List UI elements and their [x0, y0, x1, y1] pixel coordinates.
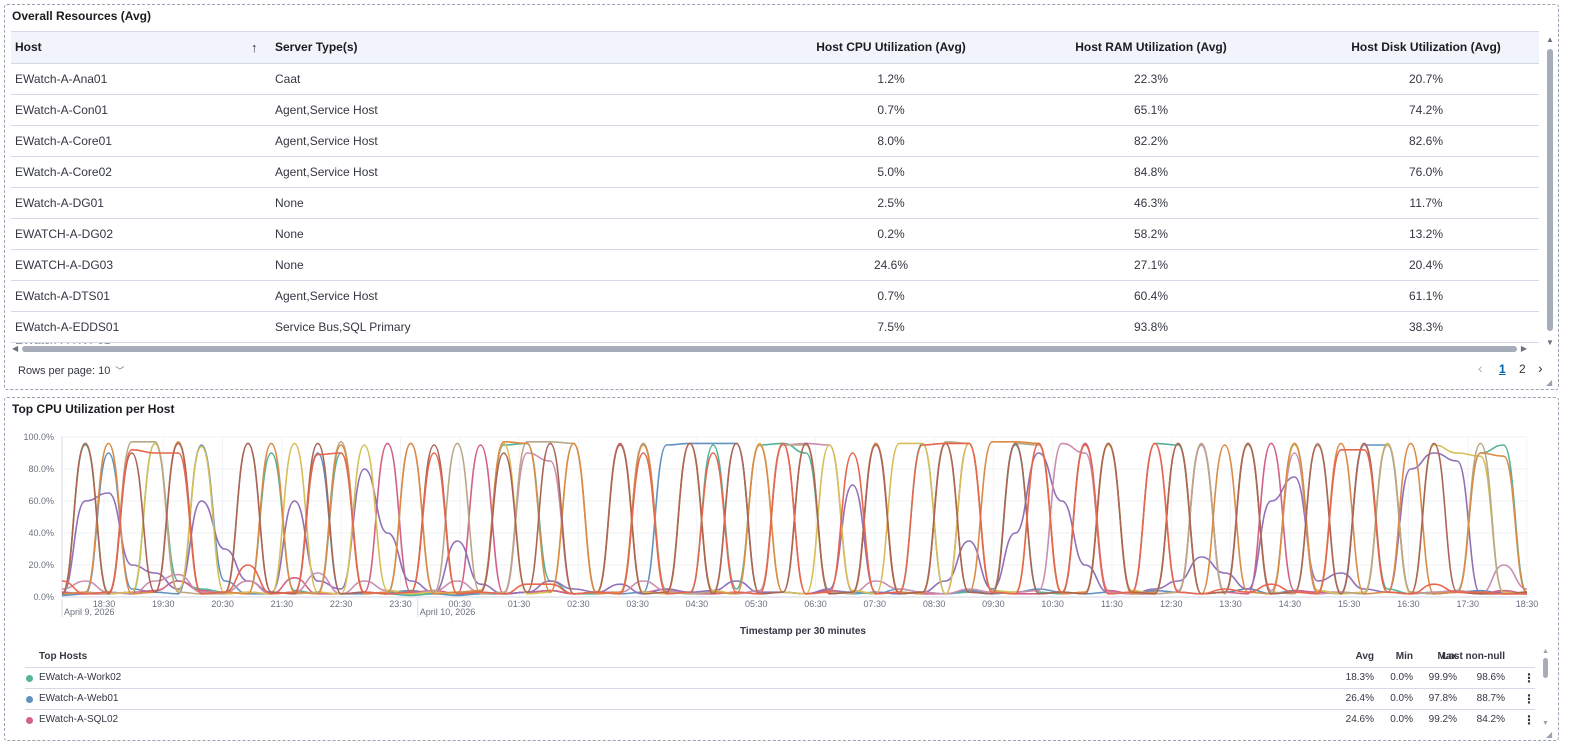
- x-date-label: April 10, 2026: [420, 607, 476, 617]
- x-tick-label: 03:30: [626, 599, 649, 609]
- legend-last: 88.7%: [1476, 693, 1505, 704]
- legend-host-name: EWatch-A-Work02: [39, 672, 122, 683]
- x-tick-label: 07:30: [864, 599, 887, 609]
- legend-host-name: EWatch-A-SQL02: [39, 714, 119, 725]
- y-tick-label: 20.0%: [28, 560, 54, 570]
- x-tick-label: 13:30: [1219, 599, 1242, 609]
- x-tick-label: 09:30: [982, 599, 1005, 609]
- x-tick-label: 17:30: [1456, 599, 1479, 609]
- x-axis-title: Timestamp per 30 minutes: [740, 626, 866, 637]
- x-tick-label: 08:30: [923, 599, 946, 609]
- x-tick-label: 10:30: [1041, 599, 1064, 609]
- x-tick-label: 02:30: [567, 599, 590, 609]
- x-tick-label: 16:30: [1397, 599, 1420, 609]
- y-tick-label: 0.0%: [33, 592, 54, 602]
- legend-min: 0.0%: [1390, 693, 1413, 704]
- x-tick-label: 12:30: [1160, 599, 1183, 609]
- cpu-line-chart: 0.0% 20.0% 40.0% 60.0% 80.0% 100.0% 18:30 19:3…: [23, 432, 1539, 637]
- legend-actions-icon[interactable]: ⋮: [1523, 668, 1535, 688]
- legend-col-min: Min: [1395, 651, 1413, 662]
- x-tick-label: 04:30: [686, 599, 709, 609]
- legend-host-name: EWatch-A-Web01: [39, 693, 119, 704]
- x-tick-label: 06:30: [804, 599, 827, 609]
- legend-min: 0.0%: [1390, 714, 1413, 725]
- legend-row[interactable]: EWatch-A-SQL02 24.6% 0.0% 99.2% 84.2% ⋮: [25, 709, 1535, 730]
- x-date-label: April 9, 2026: [64, 607, 115, 617]
- legend-actions-icon[interactable]: ⋮: [1523, 710, 1535, 730]
- y-tick-label: 40.0%: [28, 528, 54, 538]
- resize-handle-icon[interactable]: ◢: [1546, 730, 1552, 739]
- x-tick-label: 11:30: [1101, 599, 1123, 609]
- x-tick-label: 18:30: [1516, 599, 1539, 609]
- legend-last: 98.6%: [1476, 672, 1505, 683]
- y-tick-label: 80.0%: [28, 464, 54, 474]
- x-axis: 18:30 19:30 20:30 21:30 22:30 23:30 00:30 01:30…: [61, 596, 1539, 617]
- x-tick-label: 01:30: [508, 599, 531, 609]
- x-tick-label: 19:30: [152, 599, 175, 609]
- y-tick-label: 100.0%: [23, 432, 54, 442]
- x-tick-label: 23:30: [389, 599, 412, 609]
- y-axis: 0.0% 20.0% 40.0% 60.0% 80.0% 100.0%: [23, 432, 63, 602]
- legend-title: Top Hosts: [39, 651, 88, 662]
- legend-col-last: Last non-null: [1442, 651, 1505, 662]
- x-tick-label: 14:30: [1279, 599, 1302, 609]
- y-tick-label: 60.0%: [28, 496, 54, 506]
- x-tick-label: 20:30: [211, 599, 234, 609]
- x-tick-label: 21:30: [271, 599, 294, 609]
- x-tick-label: 05:30: [745, 599, 768, 609]
- series-color-dot: [26, 717, 33, 724]
- series-color-dot: [26, 696, 33, 703]
- series-color-dot: [26, 675, 33, 682]
- legend-scrollbar[interactable]: ▲ ▼: [1542, 648, 1549, 728]
- legend-row[interactable]: EWatch-A-Work02 18.3% 0.0% 99.9% 98.6% ⋮: [25, 667, 1535, 688]
- x-tick-label: 22:30: [330, 599, 353, 609]
- legend-min: 0.0%: [1390, 672, 1413, 683]
- legend-last: 84.2%: [1476, 714, 1505, 725]
- legend-actions-icon[interactable]: ⋮: [1523, 689, 1535, 709]
- x-tick-label: 15:30: [1338, 599, 1361, 609]
- legend-row[interactable]: EWatch-A-Web01 26.4% 0.0% 97.8% 88.7% ⋮: [25, 688, 1535, 709]
